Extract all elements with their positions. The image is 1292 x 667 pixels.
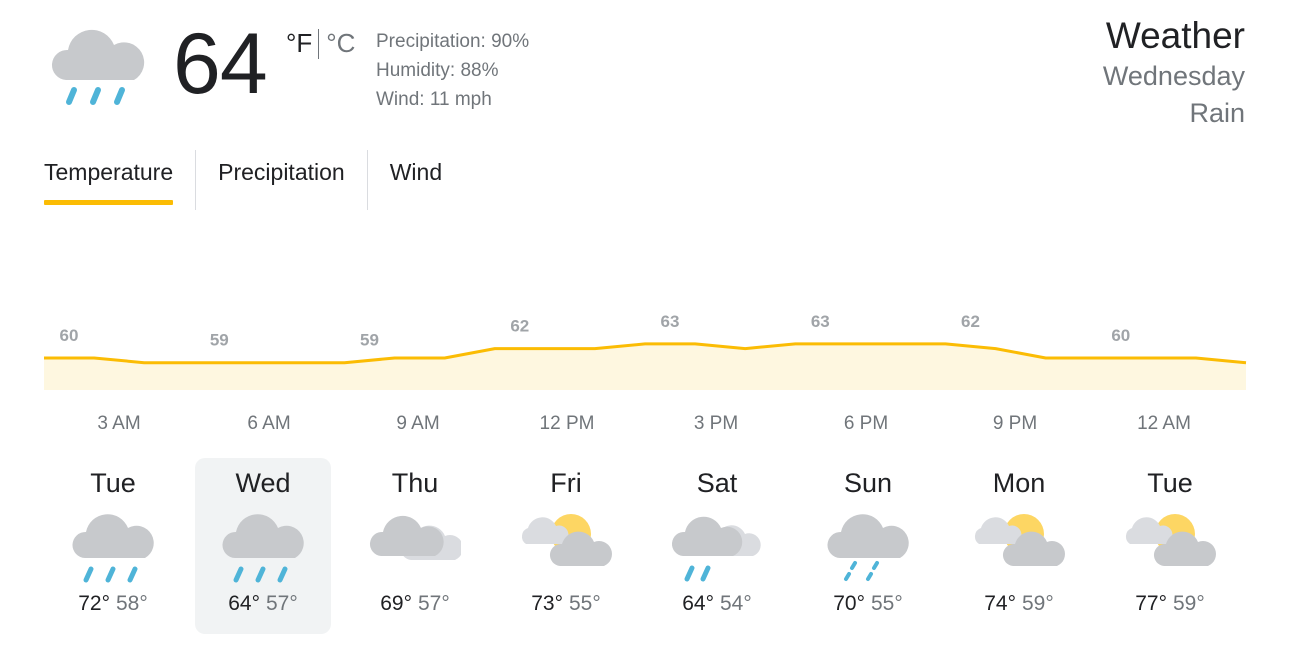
temperature-data-label: 63: [661, 312, 680, 331]
high-temperature: 72°: [78, 592, 110, 615]
high-temperature: 69°: [380, 592, 412, 615]
time-label: 6 AM: [247, 413, 291, 434]
daily-forecast: Tue 72° 58° Wed 64° 57° Thu 69° 57° Fri …: [44, 458, 1246, 636]
day-name: Mon: [992, 468, 1046, 498]
light-rain-icon: [822, 504, 914, 584]
high-temperature: 73°: [531, 592, 563, 615]
day-name: Sun: [843, 468, 893, 498]
forecast-day[interactable]: Mon 74° 59°: [951, 458, 1087, 634]
forecast-day[interactable]: Tue 77° 59°: [1102, 458, 1238, 634]
day-name: Sat: [696, 468, 738, 498]
forecast-day[interactable]: Fri 73° 55°: [498, 458, 634, 634]
partly-cloudy-icon: [973, 504, 1065, 584]
forecast-day[interactable]: Sat 64° 54°: [649, 458, 785, 634]
time-label: 3 AM: [97, 413, 141, 434]
low-temperature: 57°: [418, 592, 450, 615]
high-temperature: 64°: [228, 592, 260, 615]
time-label: 9 PM: [992, 413, 1038, 434]
forecast-day-selected[interactable]: Wed 64° 57°: [195, 458, 331, 634]
day-temperatures: 72° 58°: [45, 592, 181, 616]
low-temperature: 55°: [569, 592, 601, 615]
temperature-data-label: 59: [210, 331, 229, 350]
low-temperature: 55°: [871, 592, 903, 615]
temperature-data-label: 60: [1111, 326, 1130, 345]
low-temperature: 57°: [266, 592, 298, 615]
day-temperatures: 64° 54°: [649, 592, 785, 616]
day-temperatures: 77° 59°: [1102, 592, 1238, 616]
day-temperatures: 73° 55°: [498, 592, 634, 616]
day-name: Tue: [1147, 468, 1193, 498]
time-axis: 3 AM 6 AM 9 AM 12 PM 3 PM 6 PM 9 PM 12 A…: [44, 413, 1246, 439]
day-temperatures: 70° 55°: [800, 592, 936, 616]
day-temperatures: 74° 59°: [951, 592, 1087, 616]
day-name: Wed: [235, 468, 291, 498]
rain-icon: [217, 504, 309, 584]
high-temperature: 64°: [682, 592, 714, 615]
high-temperature: 77°: [1135, 592, 1167, 615]
low-temperature: 59°: [1022, 592, 1054, 615]
day-name: Fri: [550, 468, 582, 498]
low-temperature: 59°: [1173, 592, 1205, 615]
forecast-day[interactable]: Sun 70° 55°: [800, 458, 936, 634]
partly-cloudy-icon: [1124, 504, 1216, 584]
temperature-data-label: 59: [360, 331, 379, 350]
time-label: 9 AM: [396, 413, 440, 434]
high-temperature: 74°: [984, 592, 1016, 615]
low-temperature: 58°: [116, 592, 148, 615]
day-name: Tue: [90, 468, 136, 498]
temperature-data-label: 63: [811, 312, 830, 331]
day-temperatures: 69° 57°: [347, 592, 483, 616]
temperature-data-label: 60: [60, 326, 79, 345]
forecast-day[interactable]: Thu 69° 57°: [347, 458, 483, 634]
rain-icon: [67, 504, 159, 584]
low-temperature: 54°: [720, 592, 752, 615]
day-name: Thu: [391, 468, 439, 498]
day-temperatures: 64° 57°: [195, 592, 331, 616]
time-label: 6 PM: [843, 413, 889, 434]
cloudy-icon: [369, 504, 463, 584]
forecast-day[interactable]: Tue 72° 58°: [45, 458, 181, 634]
time-label: 12 AM: [1137, 413, 1191, 434]
time-label: 12 PM: [539, 413, 595, 434]
high-temperature: 70°: [833, 592, 865, 615]
temperature-chart: 60 59 59 62 63 63 62 60: [44, 312, 1247, 390]
time-label: 3 PM: [693, 413, 739, 434]
temperature-area: [44, 343, 1246, 390]
temperature-data-label: 62: [961, 312, 980, 331]
partly-cloudy-icon: [520, 504, 612, 584]
scattered-showers-icon: [671, 504, 763, 584]
temperature-data-label: 62: [510, 317, 529, 336]
